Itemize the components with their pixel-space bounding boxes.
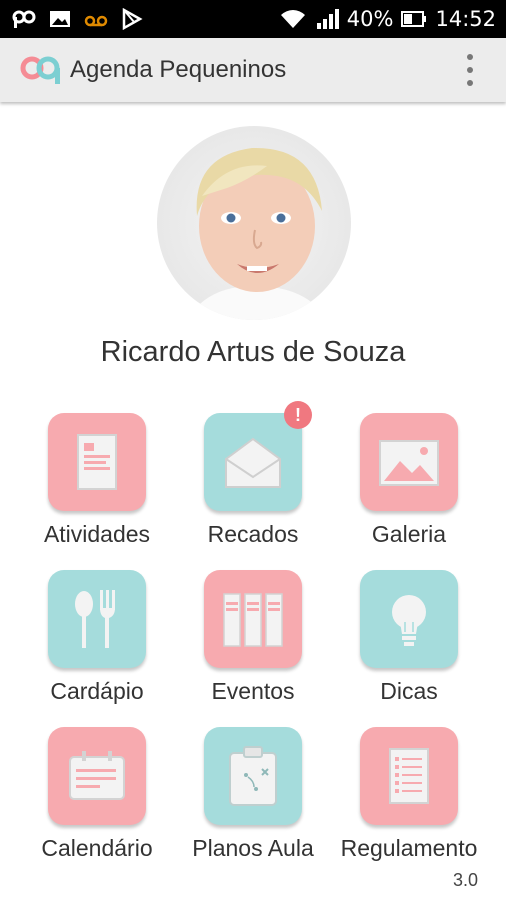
menu-recados[interactable]: ! Recados: [178, 401, 328, 563]
child-name: Ricardo Artus de Souza: [100, 336, 406, 368]
overflow-dot: [467, 67, 473, 73]
overflow-dot: [467, 54, 473, 60]
lightbulb-icon: [392, 595, 426, 646]
recados-notification-badge: !: [284, 401, 312, 429]
app-logo: [20, 56, 60, 84]
menu-galeria[interactable]: Galeria: [334, 413, 484, 563]
menu-cardapio[interactable]: Cardápio: [22, 570, 172, 720]
cardapio-button[interactable]: [48, 570, 146, 668]
atividades-button[interactable]: [48, 413, 146, 511]
signal-icon: [316, 9, 339, 29]
eventos-label: Eventos: [211, 678, 295, 704]
app-notification-icon: [12, 10, 36, 28]
recados-button[interactable]: !: [204, 401, 312, 511]
status-bar: 40% 14:52: [0, 0, 506, 38]
dicas-button[interactable]: [360, 570, 458, 668]
play-store-icon: [122, 8, 143, 30]
calendario-button[interactable]: [48, 727, 146, 825]
calendar-pages-icon: [223, 593, 283, 647]
galeria-button[interactable]: [360, 413, 458, 511]
regulamento-button[interactable]: [360, 727, 458, 825]
atividades-label: Atividades: [43, 521, 151, 547]
cardapio-label: Cardápio: [50, 678, 144, 704]
cutlery-icon: [75, 590, 115, 648]
overflow-menu-button[interactable]: [464, 54, 476, 86]
app-title: Agenda Pequeninos: [70, 56, 287, 83]
calendario-label: Calendário: [41, 835, 153, 861]
menu-regulamento[interactable]: Regulamento: [334, 727, 484, 877]
planos-aula-label: Planos Aula: [192, 835, 314, 861]
wifi-icon: [280, 10, 305, 28]
overflow-dot: [467, 80, 473, 86]
regulamento-label: Regulamento: [340, 835, 478, 861]
menu-planos-aula[interactable]: Planos Aula: [178, 727, 328, 877]
calendar-icon: [69, 751, 125, 800]
planos-aula-button[interactable]: [204, 727, 302, 825]
app-bar: Agenda Pequeninos: [0, 38, 506, 102]
clipboard-icon: [229, 746, 277, 806]
menu-dicas[interactable]: Dicas: [334, 570, 484, 720]
child-avatar[interactable]: [157, 126, 351, 320]
envelope-icon: [225, 437, 281, 488]
app-version: 3.0: [452, 870, 478, 890]
recados-label: Recados: [207, 521, 299, 547]
list-document-icon: [389, 748, 429, 804]
battery-icon: [401, 11, 427, 27]
menu-atividades[interactable]: Atividades: [22, 413, 172, 563]
document-icon: [77, 434, 117, 490]
menu-calendario[interactable]: Calendário: [22, 727, 172, 877]
dicas-label: Dicas: [380, 678, 438, 704]
battery-percent: 40%: [346, 7, 394, 31]
galeria-label: Galeria: [371, 521, 447, 547]
voicemail-icon: [84, 15, 108, 27]
menu-eventos[interactable]: Eventos: [178, 570, 328, 720]
status-time: 14:52: [435, 7, 496, 31]
eventos-button[interactable]: [204, 570, 302, 668]
image-icon: [379, 440, 439, 486]
image-notification-icon: [50, 11, 70, 27]
